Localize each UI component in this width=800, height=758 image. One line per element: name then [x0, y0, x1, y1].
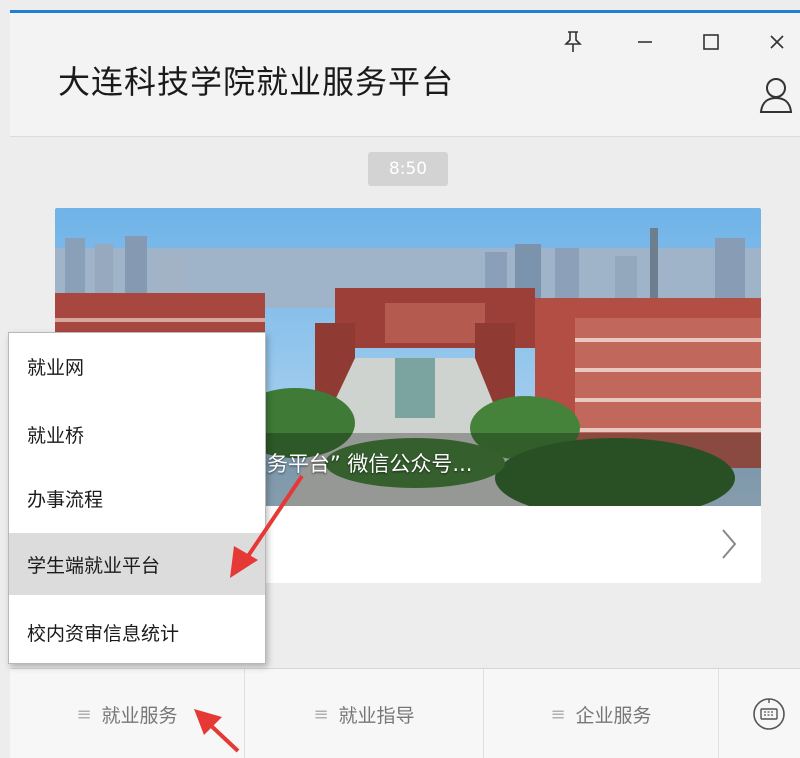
employment-services-popup-menu: 就业网 就业桥 办事流程 学生端就业平台 校内资审信息统计: [8, 332, 266, 664]
menu-icon: ≡: [550, 703, 566, 725]
menu-tab-enterprise-services[interactable]: ≡ 企业服务: [484, 669, 718, 758]
menu-tab-label: 就业指导: [338, 704, 415, 727]
popup-item-qualification-stats[interactable]: 校内资审信息统计: [9, 601, 265, 663]
profile-icon[interactable]: [758, 75, 794, 115]
menu-tab-employment-services[interactable]: ≡ 就业服务: [10, 669, 244, 758]
menu-icon: ≡: [313, 703, 329, 725]
chat-title: 大连科技学院就业服务平台: [58, 63, 455, 101]
popup-item-student-platform[interactable]: 学生端就业平台: [9, 533, 265, 595]
bottom-menu-bar: ≡ 就业服务 ≡ 就业指导 ≡ 企业服务: [10, 668, 800, 758]
menu-tab-label: 就业服务: [101, 704, 178, 727]
title-bar: 大连科技学院就业服务平台: [10, 13, 800, 137]
chevron-right-icon: [722, 529, 737, 559]
maximize-icon[interactable]: [696, 27, 726, 57]
menu-tab-label: 企业服务: [575, 704, 652, 727]
pin-icon[interactable]: [558, 27, 588, 57]
popup-item-employment-website[interactable]: 就业网: [9, 335, 265, 397]
chat-window: 大连科技学院就业服务平台 8:50 “大连科技学院就业服务平台” 微信公众号..…: [0, 0, 800, 758]
menu-tab-employment-guidance[interactable]: ≡ 就业指导: [245, 669, 483, 758]
minimize-icon[interactable]: [630, 27, 660, 57]
popup-item-process-guide[interactable]: 办事流程: [9, 467, 265, 529]
close-icon[interactable]: [762, 27, 792, 57]
timestamp-badge: 8:50: [368, 152, 448, 186]
menu-divider: [718, 669, 719, 758]
popup-item-employment-bridge[interactable]: 就业桥: [9, 403, 265, 465]
menu-icon: ≡: [76, 703, 92, 725]
keyboard-icon[interactable]: [752, 697, 786, 731]
